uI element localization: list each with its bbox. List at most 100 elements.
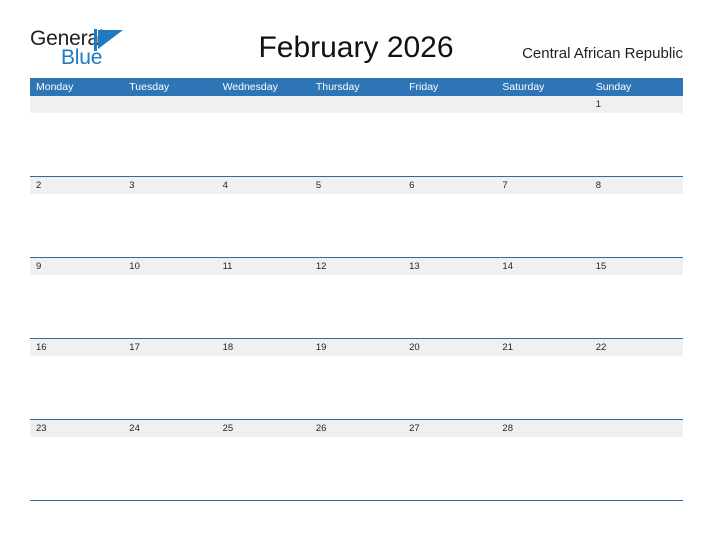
day-cell[interactable]: 11: [216, 258, 310, 338]
day-cell[interactable]: 17: [123, 339, 217, 419]
day-cell[interactable]: [589, 420, 683, 500]
day-number: 2: [30, 177, 124, 194]
day-number: 5: [309, 177, 404, 194]
day-cell[interactable]: 1: [589, 96, 683, 176]
day-number: 22: [589, 339, 683, 356]
day-number: 3: [123, 177, 217, 194]
day-cell[interactable]: 14: [496, 258, 590, 338]
day-cell[interactable]: 20: [403, 339, 497, 419]
day-event-area[interactable]: [589, 275, 683, 338]
day-number: [589, 420, 683, 437]
day-event-area[interactable]: [216, 275, 310, 338]
day-number: 18: [216, 339, 310, 356]
day-cell[interactable]: [123, 96, 217, 176]
day-cell[interactable]: 16: [30, 339, 124, 419]
day-event-area[interactable]: [309, 194, 404, 257]
day-number: 26: [309, 420, 404, 437]
day-number: 8: [589, 177, 683, 194]
day-number: [496, 96, 590, 113]
day-event-area[interactable]: [403, 194, 497, 257]
day-cell[interactable]: 12: [309, 258, 404, 338]
day-event-area[interactable]: [589, 194, 683, 257]
day-event-area[interactable]: [123, 194, 217, 257]
weekday-sunday: Sunday: [595, 81, 632, 93]
day-cell[interactable]: 21: [496, 339, 590, 419]
day-event-area[interactable]: [496, 356, 590, 419]
day-cell[interactable]: [30, 96, 124, 176]
day-cell[interactable]: [216, 96, 310, 176]
weekday-wednesday: Wednesday: [222, 81, 278, 93]
day-cell[interactable]: 5: [309, 177, 404, 257]
day-number: 12: [309, 258, 404, 275]
day-event-area[interactable]: [123, 437, 217, 500]
day-cell[interactable]: 7: [496, 177, 590, 257]
day-cell[interactable]: 8: [589, 177, 683, 257]
day-cell[interactable]: 19: [309, 339, 404, 419]
day-cell[interactable]: 4: [216, 177, 310, 257]
week-row: 2 3 4 5 6 7 8: [30, 177, 683, 258]
region-label: Central African Republic: [522, 45, 683, 62]
day-number: 15: [589, 258, 683, 275]
day-number: 24: [123, 420, 217, 437]
day-event-area[interactable]: [403, 356, 497, 419]
day-event-area[interactable]: [216, 437, 310, 500]
day-cell[interactable]: 28: [496, 420, 590, 500]
day-event-area[interactable]: [216, 194, 310, 257]
day-event-area[interactable]: [30, 275, 124, 338]
day-event-area[interactable]: [30, 356, 124, 419]
day-cell[interactable]: 6: [403, 177, 497, 257]
day-cell[interactable]: 26: [309, 420, 404, 500]
week-row: 16 17 18 19 20 21 22: [30, 339, 683, 420]
day-event-area[interactable]: [496, 194, 590, 257]
day-event-area[interactable]: [589, 113, 683, 176]
day-event-area[interactable]: [123, 275, 217, 338]
day-number: 13: [403, 258, 497, 275]
day-cell[interactable]: 25: [216, 420, 310, 500]
day-event-area[interactable]: [403, 275, 497, 338]
day-event-area[interactable]: [496, 437, 590, 500]
day-event-area[interactable]: [309, 113, 404, 176]
day-number: 7: [496, 177, 590, 194]
day-cell[interactable]: 10: [123, 258, 217, 338]
day-event-area[interactable]: [30, 437, 124, 500]
day-event-area[interactable]: [496, 275, 590, 338]
day-cell[interactable]: 2: [30, 177, 124, 257]
weekday-monday: Monday: [36, 81, 74, 93]
day-cell[interactable]: 18: [216, 339, 310, 419]
day-cell[interactable]: [496, 96, 590, 176]
weekday-friday: Friday: [409, 81, 439, 93]
day-cell[interactable]: 9: [30, 258, 124, 338]
day-event-area[interactable]: [403, 437, 497, 500]
day-event-area[interactable]: [123, 113, 217, 176]
day-cell[interactable]: 22: [589, 339, 683, 419]
day-event-area[interactable]: [589, 356, 683, 419]
day-number: 28: [496, 420, 590, 437]
week-row: 1: [30, 96, 683, 177]
day-event-area[interactable]: [216, 356, 310, 419]
day-event-area[interactable]: [309, 356, 404, 419]
day-cell[interactable]: [403, 96, 497, 176]
weekday-saturday: Saturday: [502, 81, 545, 93]
day-event-area[interactable]: [30, 113, 124, 176]
day-cell[interactable]: 13: [403, 258, 497, 338]
day-number: [216, 96, 310, 113]
week-row: 23 24 25 26 27 28: [30, 420, 683, 501]
day-event-area[interactable]: [403, 113, 497, 176]
day-cell[interactable]: 3: [123, 177, 217, 257]
day-cell[interactable]: 27: [403, 420, 497, 500]
day-event-area[interactable]: [309, 437, 404, 500]
day-event-area[interactable]: [496, 113, 590, 176]
day-event-area[interactable]: [30, 194, 124, 257]
day-cell[interactable]: 24: [123, 420, 217, 500]
day-number: [309, 96, 404, 113]
day-event-area[interactable]: [216, 113, 310, 176]
day-cell[interactable]: [309, 96, 404, 176]
day-event-area[interactable]: [123, 356, 217, 419]
day-cell[interactable]: 15: [589, 258, 683, 338]
day-number: 1: [589, 96, 683, 113]
day-event-area[interactable]: [589, 437, 683, 500]
day-cell[interactable]: 23: [30, 420, 124, 500]
day-event-area[interactable]: [309, 275, 404, 338]
day-number: 27: [403, 420, 497, 437]
weekday-header-row: Monday Tuesday Wednesday Thursday Friday…: [30, 78, 683, 96]
